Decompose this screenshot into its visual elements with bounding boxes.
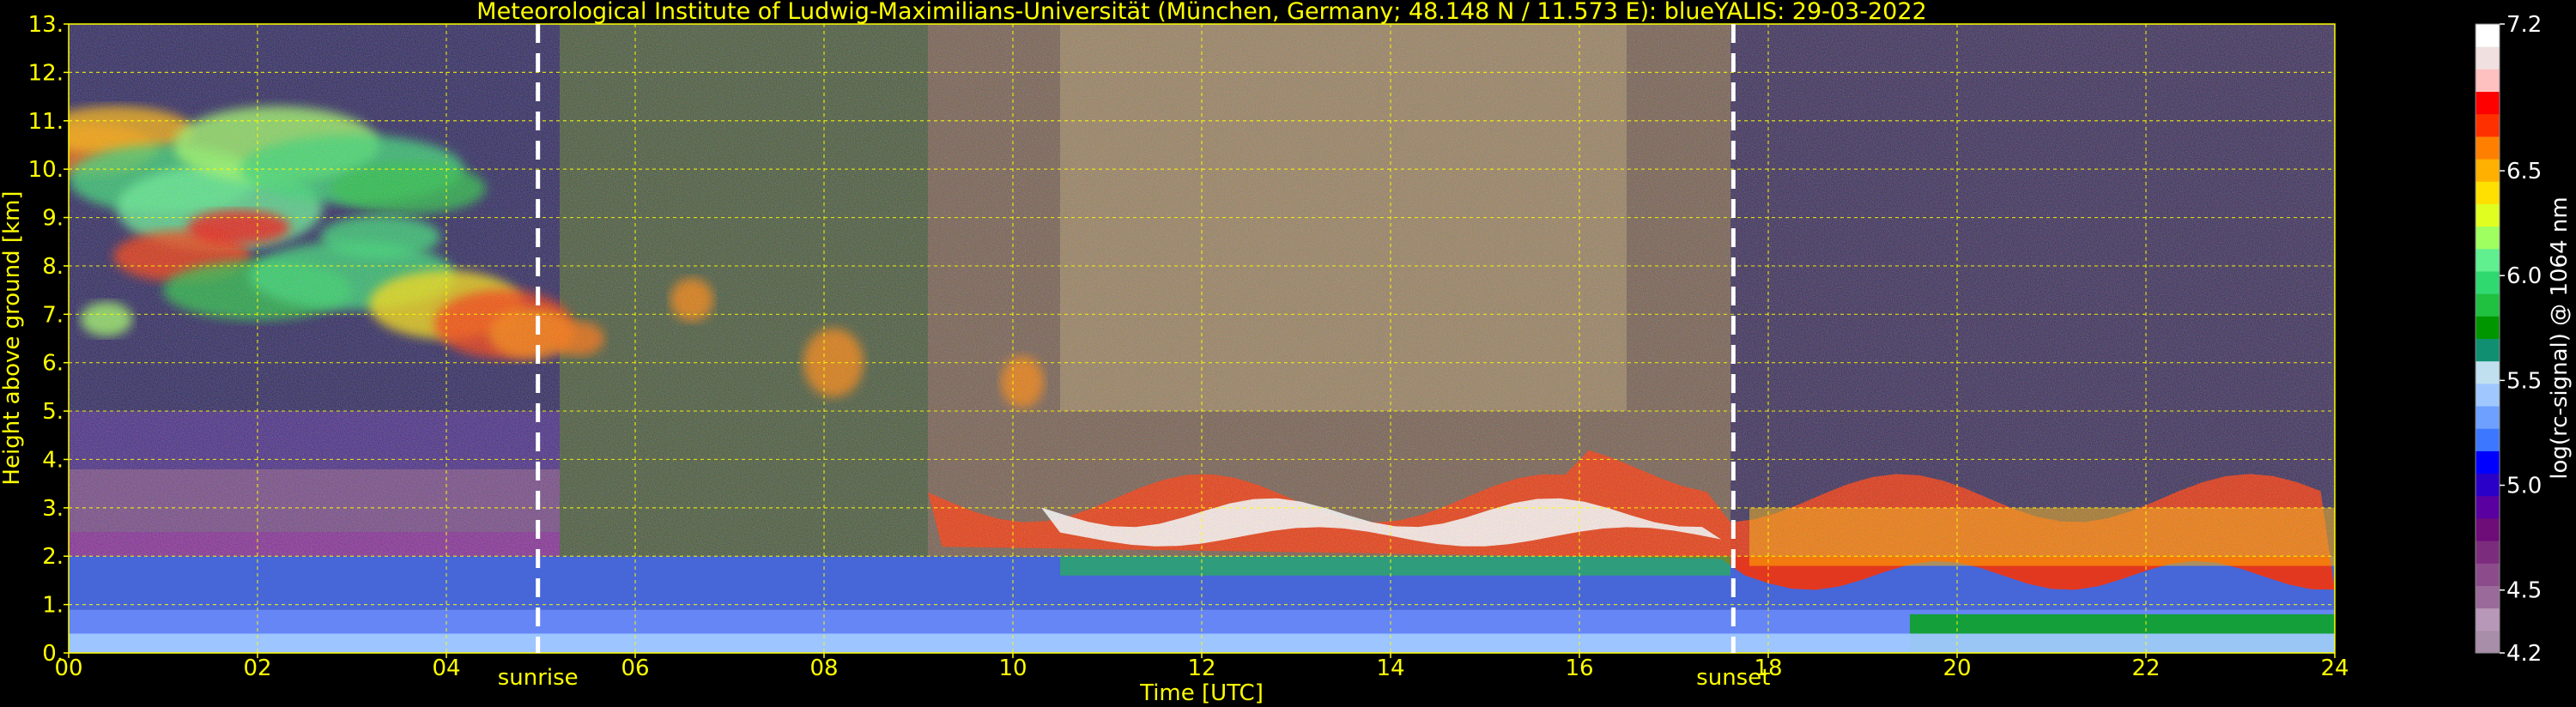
x-tick-label: 14 — [1376, 656, 1404, 681]
colorbar-swatch — [2476, 136, 2500, 160]
colorbar-tick-label: 5.5 — [2506, 368, 2542, 394]
colorbar-swatch — [2476, 113, 2500, 137]
colorbar-swatches — [2476, 24, 2500, 654]
x-tick-label: 24 — [2320, 656, 2349, 681]
x-tick-label: 12 — [1187, 656, 1215, 681]
lidar-quicklook-chart: Meteorological Institute of Ludwig-Maxim… — [0, 0, 2573, 706]
colorbar-tick-label: 6.5 — [2506, 159, 2542, 184]
colorbar-swatch — [2476, 248, 2500, 272]
colorbar-swatch — [2476, 24, 2500, 47]
y-tick-label: 3. — [42, 496, 64, 522]
colorbar-swatch — [2476, 69, 2500, 93]
colorbar-swatch — [2476, 91, 2500, 115]
y-tick-label: 12. — [28, 60, 64, 86]
colorbar-swatch — [2476, 383, 2500, 407]
x-tick-label: 08 — [809, 656, 838, 681]
colorbar-swatch — [2476, 517, 2500, 541]
y-tick-label: 2. — [42, 544, 64, 570]
colorbar-swatch — [2476, 181, 2500, 204]
x-tick-label: 10 — [998, 656, 1027, 681]
colorbar-swatch — [2476, 338, 2500, 362]
y-tick-label: 1. — [42, 593, 64, 619]
plot-area: sunrise sunset — [68, 23, 2336, 691]
colorbar-swatch — [2476, 450, 2500, 474]
colorbar-swatch — [2476, 159, 2500, 182]
colorbar-swatch — [2476, 316, 2500, 339]
x-tick-label: 20 — [1943, 656, 1971, 681]
colorbar-swatch — [2476, 541, 2500, 564]
colorbar-swatch — [2476, 293, 2500, 317]
y-axis: 0. 1. 2. 3. 4. 5. 6. 7. 8. 9. 10. 11. 12. 13. — [28, 12, 69, 667]
colorbar-tick-label: 5.0 — [2506, 474, 2542, 499]
colorbar-swatch — [2476, 203, 2500, 227]
y-tick-label: 7. — [42, 302, 64, 328]
colorbar-tick-label: 7.2 — [2506, 12, 2542, 38]
colorbar-swatch — [2476, 270, 2500, 294]
green-fringe — [1060, 556, 1730, 576]
colorbar-tick-label: 4.5 — [2506, 578, 2542, 604]
colorbar-label: log(rc-signal) @ 1064 nm — [2547, 196, 2573, 479]
y-tick-label: 13. — [28, 12, 64, 38]
y-tick-label: 4. — [42, 447, 64, 473]
y-tick-label: 10. — [28, 157, 64, 183]
x-tick-label: 04 — [432, 656, 460, 681]
colorbar-swatch — [2476, 406, 2500, 429]
colorbar-tick-label: 4.2 — [2506, 641, 2542, 667]
colorbar-swatch — [2476, 428, 2500, 451]
chart-title: Meteorological Institute of Ludwig-Maxim… — [476, 0, 1926, 25]
y-tick-label: 5. — [42, 399, 64, 425]
x-tick-label: 18 — [1754, 656, 1782, 681]
noise-overlay — [69, 24, 2335, 557]
colorbar-swatch — [2476, 226, 2500, 250]
daylight-marker-label: sunrise — [498, 665, 579, 691]
colorbar-swatch — [2476, 360, 2500, 384]
y-axis-label: Height above ground [km] — [0, 190, 25, 485]
colorbar-swatch — [2476, 630, 2500, 654]
colorbar-swatch — [2476, 46, 2500, 69]
y-tick-label: 0. — [42, 641, 64, 667]
y-tick-label: 8. — [42, 254, 64, 280]
x-tick-label: 16 — [1565, 656, 1593, 681]
x-axis-label: Time [UTC] — [1139, 680, 1264, 706]
colorbar-swatch — [2476, 607, 2500, 631]
y-tick-label: 11. — [28, 109, 64, 135]
colorbar-tick-label: 6.0 — [2506, 263, 2542, 289]
x-axis: 00 02 04 06 08 10 12 14 16 18 20 22 24 — [54, 653, 2349, 681]
colorbar-ticks: 4.2 4.5 5.0 5.5 6.0 6.5 7.2 — [2500, 12, 2542, 667]
colorbar-swatch — [2476, 473, 2500, 497]
x-tick-label: 02 — [243, 656, 271, 681]
y-tick-label: 9. — [42, 206, 64, 232]
x-tick-label: 06 — [621, 656, 649, 681]
y-tick-label: 6. — [42, 351, 64, 377]
colorbar-swatch — [2476, 563, 2500, 586]
colorbar-swatch — [2476, 585, 2500, 609]
x-tick-label: 22 — [2131, 656, 2160, 681]
heatmap-field — [69, 24, 2335, 653]
colorbar: 4.2 4.5 5.0 5.5 6.0 6.5 7.2 log(rc-signal) @ 1… — [2475, 12, 2573, 667]
colorbar-swatch — [2476, 495, 2500, 519]
